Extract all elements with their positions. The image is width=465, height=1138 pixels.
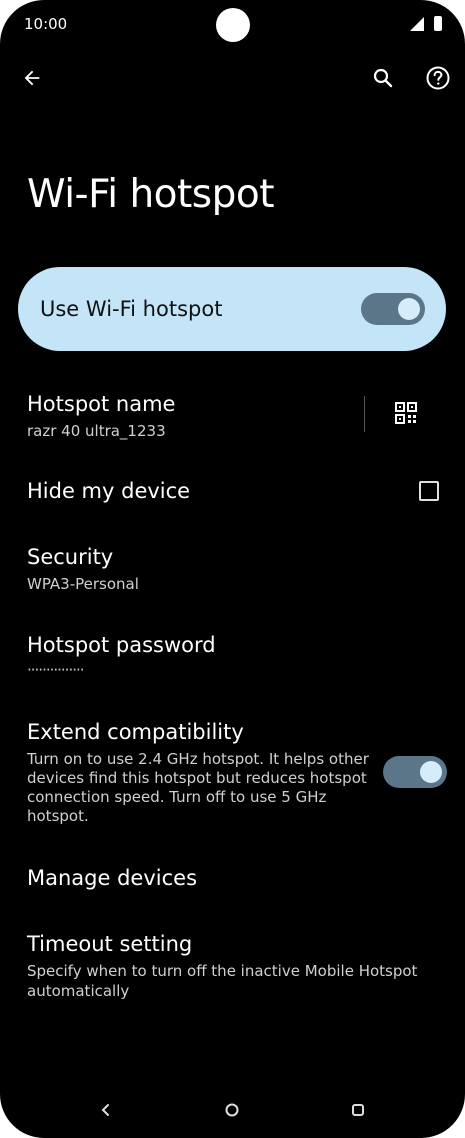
hide-device-title: Hide my device xyxy=(27,479,191,503)
timeout-title: Timeout setting xyxy=(27,932,193,956)
security-title: Security xyxy=(27,545,114,569)
password-title: Hotspot password xyxy=(27,633,216,657)
qr-code-icon[interactable] xyxy=(395,402,417,424)
help-circle-icon[interactable] xyxy=(424,64,452,92)
extend-desc-line4: hotspot. xyxy=(27,807,89,825)
password-value: ··············· xyxy=(27,661,85,679)
extend-desc-line1: Turn on to use 2.4 GHz hotspot. It helps… xyxy=(27,750,369,768)
switch-knob xyxy=(420,761,442,783)
extend-title: Extend compatibility xyxy=(27,720,244,744)
timeout-desc-line2: automatically xyxy=(27,982,130,1000)
battery-icon xyxy=(434,16,442,31)
hide-device-checkbox[interactable] xyxy=(419,481,439,501)
nav-recents-icon[interactable] xyxy=(346,1098,370,1122)
use-hotspot-switch[interactable] xyxy=(361,293,425,325)
status-bar: 10:00 xyxy=(0,0,465,50)
nav-back-icon[interactable] xyxy=(94,1098,118,1122)
use-hotspot-card[interactable]: Use Wi-Fi hotspot xyxy=(18,267,446,351)
extend-compatibility-switch[interactable] xyxy=(383,756,447,788)
timeout-desc-line1: Specify when to turn off the inactive Mo… xyxy=(27,962,418,980)
security-value: WPA3-Personal xyxy=(27,575,139,593)
camera-cutout xyxy=(216,8,250,42)
use-hotspot-label: Use Wi-Fi hotspot xyxy=(40,297,223,321)
manage-devices-title: Manage devices xyxy=(27,866,198,890)
extend-desc-line2: devices find this hotspot but reduces ho… xyxy=(27,769,367,787)
status-time: 10:00 xyxy=(24,15,68,33)
switch-knob xyxy=(398,298,420,320)
phone-screen: 10:00 Wi-Fi hotspot Use Wi-Fi hotspot Ho… xyxy=(0,0,465,1138)
nav-home-icon[interactable] xyxy=(220,1098,244,1122)
page-title: Wi-Fi hotspot xyxy=(27,172,275,217)
hotspot-name-title: Hotspot name xyxy=(27,392,176,416)
vertical-divider xyxy=(364,396,365,432)
search-icon[interactable] xyxy=(369,64,397,92)
arrow-back-icon[interactable] xyxy=(18,64,46,92)
hotspot-name-value: razr 40 ultra_1233 xyxy=(27,422,166,440)
signal-icon xyxy=(410,17,424,31)
extend-desc-line3: connection speed. Turn off to use 5 GHz xyxy=(27,788,327,806)
